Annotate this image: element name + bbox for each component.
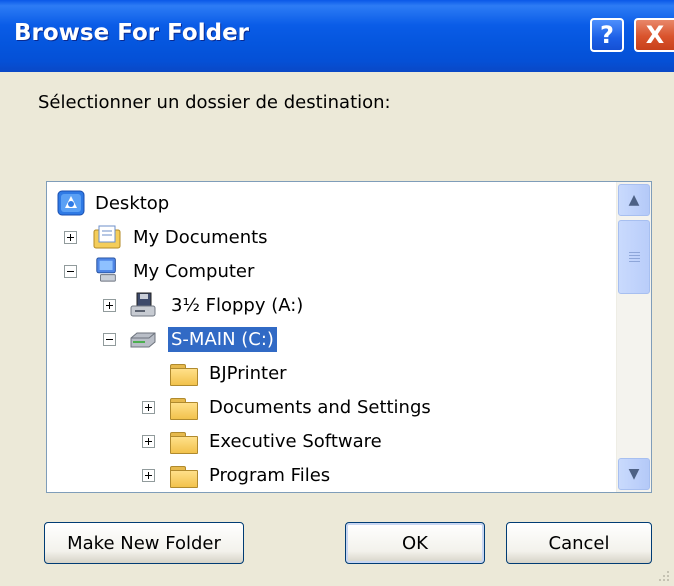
folder-tree[interactable]: Desktop My Documents My Computer 3½ Flop… (46, 181, 652, 493)
scroll-thumb[interactable] (618, 220, 650, 294)
prompt-label: Sélectionner un dossier de destination: (38, 92, 391, 113)
tree-item-label: S-MAIN (C:) (168, 326, 277, 352)
tree-item-label: BJPrinter (209, 362, 287, 384)
close-icon: X (645, 21, 665, 49)
tree-item-s-main[interactable]: S-MAIN (C:) (47, 322, 617, 356)
desktop-icon (57, 190, 85, 216)
collapse-icon[interactable] (103, 333, 116, 346)
tree-item-my-computer[interactable]: My Computer (47, 254, 617, 288)
help-icon: ? (600, 21, 614, 49)
scroll-up-button[interactable]: ▲ (618, 184, 650, 216)
tree-item-label: My Documents (133, 226, 268, 248)
folder-icon (169, 360, 198, 386)
tree-item-label: Executive Software (209, 430, 382, 452)
close-button[interactable]: X (634, 18, 674, 52)
ok-button[interactable]: OK (345, 522, 485, 564)
tree-item-program-files[interactable]: Program Files (47, 458, 617, 492)
my-computer-icon (96, 257, 116, 282)
expand-icon[interactable] (64, 231, 77, 244)
scroll-down-button[interactable]: ▼ (618, 458, 650, 490)
expand-icon[interactable] (103, 299, 116, 312)
folder-icon (169, 428, 198, 454)
tree-item-label: My Computer (133, 260, 255, 282)
collapse-icon[interactable] (64, 265, 77, 278)
my-documents-icon (93, 225, 121, 249)
tree-item-floppy[interactable]: 3½ Floppy (A:) (47, 288, 617, 322)
tree-item-label: Documents and Settings (209, 396, 431, 418)
help-button[interactable]: ? (590, 18, 624, 52)
tree-item-desktop[interactable]: Desktop (47, 186, 617, 220)
folder-icon (169, 462, 198, 488)
make-new-folder-button[interactable]: Make New Folder (44, 522, 244, 564)
resize-grip-icon[interactable] (656, 568, 670, 582)
tree-item-executive-software[interactable]: Executive Software (47, 424, 617, 458)
chevron-up-icon: ▲ (628, 192, 640, 208)
title-bar[interactable]: Browse For Folder ? X (0, 0, 674, 72)
dialog-title: Browse For Folder (14, 20, 250, 46)
folder-icon (169, 394, 198, 420)
tree-item-label: 3½ Floppy (A:) (171, 294, 304, 316)
chevron-down-icon: ▼ (628, 466, 640, 482)
hard-drive-icon (130, 332, 156, 348)
tree-item-label: Program Files (209, 464, 331, 486)
floppy-drive-icon (130, 292, 156, 317)
tree-item-my-documents[interactable]: My Documents (47, 220, 617, 254)
browse-for-folder-dialog: Browse For Folder ? X Sélectionner un do… (0, 0, 674, 586)
tree-item-documents-and-settings[interactable]: Documents and Settings (47, 390, 617, 424)
tree-item-bjprinter[interactable]: BJPrinter (47, 356, 617, 390)
vertical-scrollbar[interactable]: ▲ ▼ (616, 182, 651, 492)
cancel-button[interactable]: Cancel (506, 522, 652, 564)
expand-icon[interactable] (142, 401, 155, 414)
expand-icon[interactable] (142, 435, 155, 448)
tree-item-label: Desktop (95, 192, 170, 214)
expand-icon[interactable] (142, 469, 155, 482)
